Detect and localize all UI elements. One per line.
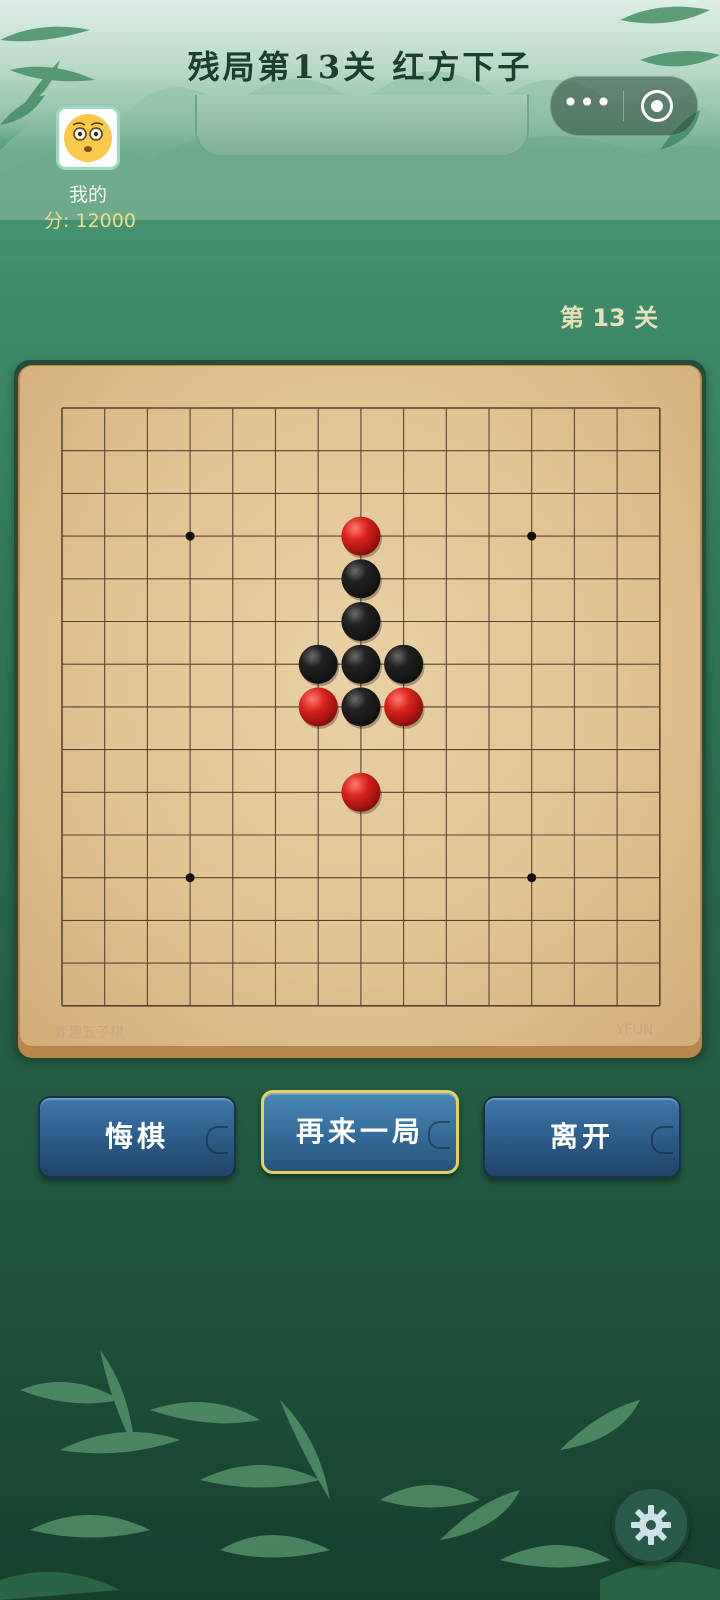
mini-program-capsule: ••• — [550, 76, 698, 136]
button-curl-decoration — [651, 1126, 673, 1154]
capsule-divider — [623, 91, 624, 121]
player-score: 分: 12000 — [44, 210, 136, 232]
black-stone — [341, 559, 381, 599]
settings-button[interactable] — [612, 1486, 690, 1564]
black-stone — [298, 644, 338, 684]
restart-button[interactable]: 再来一局 — [261, 1090, 459, 1174]
red-stone — [384, 687, 424, 727]
board-brand-label: 弈趣五子棋 — [54, 1025, 124, 1041]
black-stone — [341, 644, 381, 684]
player-name: 我的 — [68, 184, 107, 206]
avatar[interactable] — [56, 106, 120, 170]
red-stone — [341, 516, 381, 556]
leave-button-label: 离开 — [549, 1120, 614, 1153]
page-title: 残局第13关 红方下子 — [187, 48, 533, 86]
board-grid[interactable] — [20, 366, 700, 1046]
red-stone — [298, 687, 338, 727]
star-point — [185, 873, 195, 883]
title-plaque — [195, 95, 529, 157]
restart-button-label: 再来一局 — [295, 1115, 424, 1148]
surprised-face-icon — [64, 114, 112, 162]
target-circle-icon[interactable] — [641, 90, 673, 122]
gear-icon — [631, 1505, 671, 1545]
button-curl-decoration — [428, 1121, 450, 1149]
undo-button[interactable]: 悔棋 — [38, 1096, 236, 1178]
bamboo-scenery-bottom — [0, 1350, 720, 1600]
star-point — [185, 531, 195, 541]
board-brand-label-en: YFUN — [616, 1022, 654, 1038]
undo-button-label: 悔棋 — [104, 1120, 169, 1153]
red-stone — [341, 772, 381, 812]
black-stone — [341, 687, 381, 727]
leave-button[interactable]: 离开 — [483, 1096, 681, 1178]
star-point — [527, 531, 537, 541]
black-stone — [384, 644, 424, 684]
star-point — [527, 873, 537, 883]
black-stone — [341, 602, 381, 641]
gomoku-board[interactable] — [20, 366, 700, 1046]
button-curl-decoration — [206, 1126, 228, 1154]
level-label: 第 13 关 — [560, 304, 659, 332]
more-dots-icon[interactable]: ••• — [551, 77, 623, 135]
